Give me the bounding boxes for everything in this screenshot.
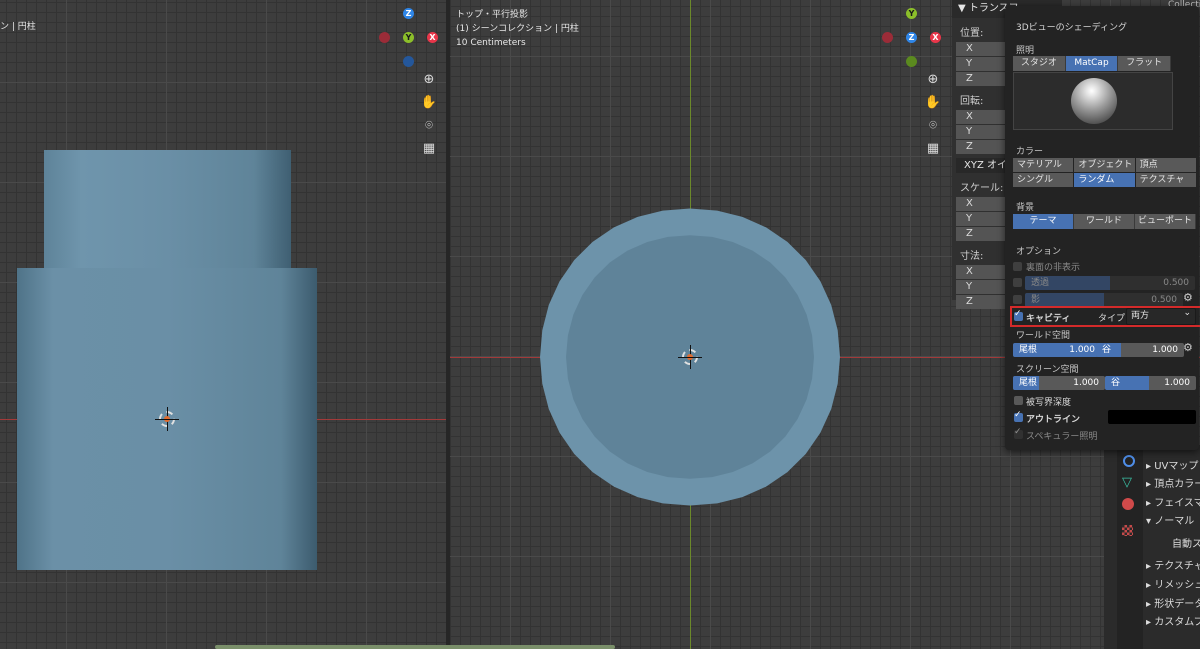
- x-axis-gizmo[interactable]: X: [930, 32, 941, 43]
- world-ridge-value: 1.000: [1069, 345, 1095, 355]
- cylinder-upper-part: [44, 150, 291, 270]
- texture-space-panel[interactable]: ▸ テクスチャ: [1146, 558, 1200, 576]
- xray-alpha-slider[interactable]: 透過 0.500: [1025, 276, 1195, 290]
- color-texture-option[interactable]: テクスチャ: [1135, 173, 1196, 187]
- background-viewport-option[interactable]: ビューポート: [1135, 214, 1196, 229]
- screen-space-label: スクリーン空間: [1016, 365, 1079, 375]
- color-selector[interactable]: マテリアル オブジェクト 頂点 シングル ランダム テクスチャ: [1013, 158, 1196, 187]
- neg-y-axis-gizmo[interactable]: [906, 56, 917, 67]
- viewport-shading-popover[interactable]: 3Dビューのシェーディング 照明 スタジオ MatCap フラット カラー マテ…: [1005, 6, 1199, 450]
- xray-checkbox[interactable]: [1013, 278, 1022, 287]
- neg-x-axis-gizmo[interactable]: [379, 32, 390, 43]
- screen-ridge-label: 尾根: [1019, 378, 1038, 388]
- zoom-icon[interactable]: ⊕: [419, 70, 439, 90]
- texture-tab-icon[interactable]: [1122, 525, 1133, 536]
- background-selector[interactable]: テーマ ワールド ビューポート: [1013, 214, 1196, 229]
- world-ridge-label: 尾根: [1019, 345, 1038, 355]
- grid-icon[interactable]: ▦: [419, 139, 439, 159]
- xray-value: 0.500: [1163, 278, 1189, 288]
- color-random-option[interactable]: ランダム: [1074, 173, 1135, 187]
- background-label: 背景: [1016, 203, 1035, 213]
- neg-x-axis-gizmo[interactable]: [882, 32, 893, 43]
- screen-valley-label: 谷: [1111, 378, 1121, 388]
- specular-label: スペキュラー照明: [1026, 432, 1098, 442]
- matcap-preview[interactable]: [1013, 72, 1173, 130]
- hand-icon[interactable]: ✋: [419, 93, 439, 113]
- popover-title: 3Dビューのシェーディング: [1016, 23, 1128, 33]
- neg-z-axis-gizmo[interactable]: [403, 56, 414, 67]
- camera-icon[interactable]: ⌾: [923, 116, 943, 136]
- grid-icon[interactable]: ▦: [923, 139, 943, 159]
- face-map-panel[interactable]: ▸ フェイスマ: [1146, 495, 1200, 513]
- timeline-edge: [215, 645, 615, 649]
- navigation-gizmo[interactable]: Y Z X: [878, 6, 948, 76]
- screen-valley-slider[interactable]: 谷 1.000: [1105, 376, 1196, 390]
- lighting-matcap-option[interactable]: MatCap: [1065, 56, 1119, 71]
- shape-keys-panel[interactable]: ▸ 形状データ: [1146, 596, 1200, 614]
- world-valley-label: 谷: [1102, 345, 1112, 355]
- world-valley-slider[interactable]: 谷 1.000: [1096, 343, 1184, 357]
- lighting-flat-option[interactable]: フラット: [1118, 56, 1172, 71]
- shadow-slider[interactable]: 影 0.500: [1025, 293, 1183, 307]
- z-axis-gizmo[interactable]: Z: [403, 8, 414, 19]
- color-object-option[interactable]: オブジェクト: [1074, 158, 1135, 172]
- lighting-label: 照明: [1016, 46, 1035, 56]
- world-ridge-slider[interactable]: 尾根 1.000: [1013, 343, 1101, 357]
- outline-checkbox[interactable]: [1014, 410, 1023, 422]
- custom-props-panel[interactable]: ▸ カスタムプ: [1146, 614, 1200, 632]
- cavity-highlight-box: [1010, 306, 1200, 327]
- navigation-gizmo[interactable]: Z Y X: [376, 6, 446, 76]
- shadow-label: 影: [1031, 295, 1041, 305]
- options-label: オプション: [1016, 247, 1062, 257]
- x-axis-gizmo[interactable]: X: [427, 32, 438, 43]
- z-axis-gizmo[interactable]: Z: [906, 32, 917, 43]
- modifier-tab-icon[interactable]: [1123, 455, 1135, 467]
- cylinder-side-view[interactable]: [0, 0, 446, 649]
- specular-checkbox[interactable]: [1014, 427, 1023, 439]
- screen-valley-value: 1.000: [1164, 378, 1190, 388]
- 3d-cursor-icon: [155, 407, 179, 431]
- mesh-data-tab-icon[interactable]: ▽: [1122, 475, 1132, 490]
- backface-culling-checkbox[interactable]: [1013, 262, 1022, 271]
- camera-icon[interactable]: ⌾: [419, 116, 439, 136]
- color-vertex-option[interactable]: 頂点: [1135, 158, 1196, 172]
- world-space-label: ワールド空間: [1016, 331, 1071, 341]
- screen-ridge-value: 1.000: [1073, 378, 1099, 388]
- xray-label: 透過: [1031, 278, 1050, 288]
- dof-label: 被写界深度: [1026, 398, 1072, 408]
- shadow-settings-gear-icon[interactable]: ⚙: [1183, 291, 1193, 304]
- shadow-value: 0.500: [1151, 295, 1177, 305]
- shadow-checkbox[interactable]: [1013, 295, 1022, 304]
- left-viewport[interactable]: ン | 円柱 Z Y X ⊕ ✋ ⌾ ▦: [0, 0, 446, 649]
- normals-panel[interactable]: ▾ ノーマル: [1146, 513, 1194, 531]
- zoom-icon[interactable]: ⊕: [923, 70, 943, 90]
- world-valley-value: 1.000: [1152, 345, 1178, 355]
- auto-smooth-checkbox[interactable]: 自動ス: [1172, 536, 1200, 554]
- 3d-cursor-icon: [678, 345, 702, 369]
- color-single-option[interactable]: シングル: [1013, 173, 1074, 187]
- backface-culling-label: 裏面の非表示: [1026, 263, 1081, 273]
- outline-color-swatch[interactable]: [1108, 410, 1196, 424]
- color-label: カラー: [1016, 147, 1044, 157]
- outline-label: アウトライン: [1026, 415, 1081, 425]
- uv-map-panel[interactable]: ▸ UVマップ: [1146, 458, 1198, 476]
- matcap-sphere: [1071, 78, 1117, 124]
- properties-tabs[interactable]: ▽: [1117, 445, 1143, 649]
- screen-ridge-slider[interactable]: 尾根 1.000: [1013, 376, 1105, 390]
- background-theme-option[interactable]: テーマ: [1013, 214, 1074, 229]
- remesh-panel[interactable]: ▸ リメッシュ: [1146, 577, 1200, 595]
- world-space-gear-icon[interactable]: ⚙: [1183, 341, 1193, 354]
- color-material-option[interactable]: マテリアル: [1013, 158, 1074, 172]
- y-axis-gizmo[interactable]: Y: [403, 32, 414, 43]
- lighting-selector[interactable]: スタジオ MatCap フラット: [1013, 56, 1172, 71]
- dof-checkbox[interactable]: [1014, 396, 1023, 405]
- y-axis-gizmo[interactable]: Y: [906, 8, 917, 19]
- material-tab-icon[interactable]: [1122, 498, 1134, 510]
- hand-icon[interactable]: ✋: [923, 93, 943, 113]
- lighting-studio-option[interactable]: スタジオ: [1013, 56, 1066, 71]
- vertex-color-panel[interactable]: ▸ 頂点カラー: [1146, 476, 1200, 494]
- background-world-option[interactable]: ワールド: [1074, 214, 1135, 229]
